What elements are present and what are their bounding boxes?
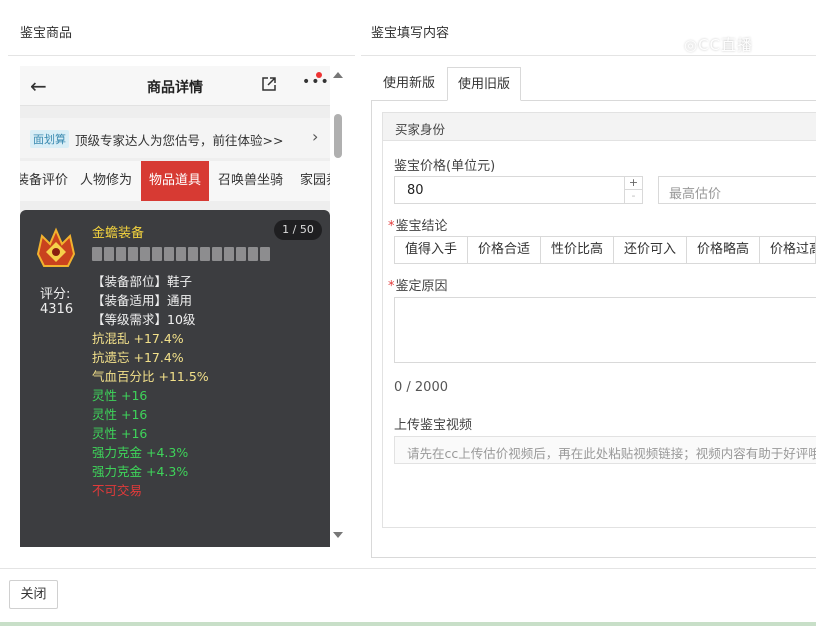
attr-line: 灵性 +16 xyxy=(92,407,148,422)
attr-line: 强力克金 +4.3% xyxy=(92,464,189,479)
left-scrollbar[interactable] xyxy=(331,66,345,547)
bottom-strip xyxy=(0,622,816,626)
conclusion-option[interactable]: 价格略高 xyxy=(686,236,760,264)
video-label: 上传鉴宝视频 xyxy=(394,418,473,433)
conclusion-option[interactable]: 价格合适 xyxy=(467,236,541,264)
tab-equipment-review[interactable]: 装备评价 xyxy=(20,161,70,201)
scroll-down-icon[interactable] xyxy=(333,532,343,538)
price-value: 80 xyxy=(407,183,424,198)
required-mark: * xyxy=(388,219,395,234)
watermark: ◎CC直播 xyxy=(684,36,754,54)
conclusion-label-text: 鉴宝结论 xyxy=(395,219,448,234)
attr-line: 气血百分比 +11.5% xyxy=(92,369,209,384)
tab-new-version[interactable]: 使用新版 xyxy=(371,67,447,101)
phone-preview: ← 商品详情 ••• 面划算 顶级专家达人为您估号，前往体验>> › 装备评价 … xyxy=(20,66,330,547)
attr-line: 【等级需求】10级 xyxy=(92,312,196,327)
reason-label-text: 鉴定原因 xyxy=(395,279,448,294)
attr-line: 【装备部位】鞋子 xyxy=(92,274,193,289)
tab-home[interactable]: 家园养 xyxy=(300,161,330,201)
image-counter: 1 / 50 xyxy=(274,220,322,240)
phone-header: ← 商品详情 ••• xyxy=(20,66,330,106)
right-title-divider xyxy=(361,55,816,56)
equipment-icon xyxy=(36,227,76,267)
obscured-text xyxy=(92,247,272,263)
char-counter: 0 / 2000 xyxy=(394,380,448,395)
attr-line: 灵性 +16 xyxy=(92,388,148,403)
scroll-up-icon[interactable] xyxy=(333,72,343,78)
video-link-input[interactable]: 请先在cc上传估价视频后，再在此处粘贴视频链接；视频内容有助于好评哦~ xyxy=(394,436,816,464)
item-card: 金蟾装备 1 / 50 评分: 4316 【装备部位】鞋子 【装备适用】通用 【… xyxy=(20,210,330,547)
attr-line: 不可交易 xyxy=(92,483,143,498)
attr-line: 抗遗忘 +17.4% xyxy=(92,350,184,365)
promo-text: 顶级专家达人为您估号，前往体验>> xyxy=(75,133,284,148)
tab-old-version[interactable]: 使用旧版 xyxy=(447,67,521,101)
buyer-identity-label: 买家身份 xyxy=(395,122,446,137)
share-icon[interactable] xyxy=(260,75,278,93)
conclusion-option[interactable]: 值得入手 xyxy=(394,236,468,264)
score-value: 4316 xyxy=(40,302,74,317)
max-estimate-input[interactable]: 最高估价 xyxy=(658,176,816,204)
conclusion-label: *鉴宝结论 xyxy=(388,215,448,234)
reason-textarea[interactable] xyxy=(394,297,816,363)
reason-label: *鉴定原因 xyxy=(388,275,448,294)
conclusion-option[interactable]: 还价可入 xyxy=(613,236,687,264)
attr-line: 抗混乱 +17.4% xyxy=(92,331,184,346)
right-panel-title: 鉴宝填写内容 xyxy=(371,26,450,41)
scroll-thumb[interactable] xyxy=(334,114,342,158)
left-panel-title: 鉴宝商品 xyxy=(20,26,73,41)
attr-line: 灵性 +16 xyxy=(92,426,148,441)
item-name: 金蟾装备 xyxy=(92,226,145,241)
promo-tag: 面划算 xyxy=(30,130,69,148)
phone-header-title: 商品详情 xyxy=(147,80,203,96)
score-label: 评分: xyxy=(40,287,71,302)
phone-tabs: 装备评价 人物修为 物品道具 召唤兽坐骑 家园养 xyxy=(20,161,330,201)
price-label: 鉴宝价格(单位元) xyxy=(394,159,496,174)
buyer-identity-header: 买家身份 xyxy=(383,113,816,141)
footer-divider xyxy=(0,568,816,569)
stepper-down-button[interactable]: - xyxy=(624,190,642,203)
promo-banner[interactable]: 面划算 顶级专家达人为您估号，前往体验>> › xyxy=(20,118,330,158)
left-title-divider xyxy=(8,55,355,56)
conclusion-option[interactable]: 价格过高 xyxy=(759,236,816,264)
tab-pets-mounts[interactable]: 召唤兽坐骑 xyxy=(218,161,290,201)
attr-line: 强力克金 +4.3% xyxy=(92,445,189,460)
tab-items[interactable]: 物品道具 xyxy=(141,161,209,201)
close-button[interactable]: 关闭 xyxy=(9,580,58,609)
tab-character[interactable]: 人物修为 xyxy=(80,161,142,201)
price-input[interactable]: 80 + - xyxy=(394,176,643,204)
required-mark: * xyxy=(388,279,395,294)
notification-dot xyxy=(316,72,322,78)
attr-line: 【装备适用】通用 xyxy=(92,293,193,308)
chevron-right-icon: › xyxy=(312,127,319,146)
conclusion-option[interactable]: 性价比高 xyxy=(540,236,614,264)
